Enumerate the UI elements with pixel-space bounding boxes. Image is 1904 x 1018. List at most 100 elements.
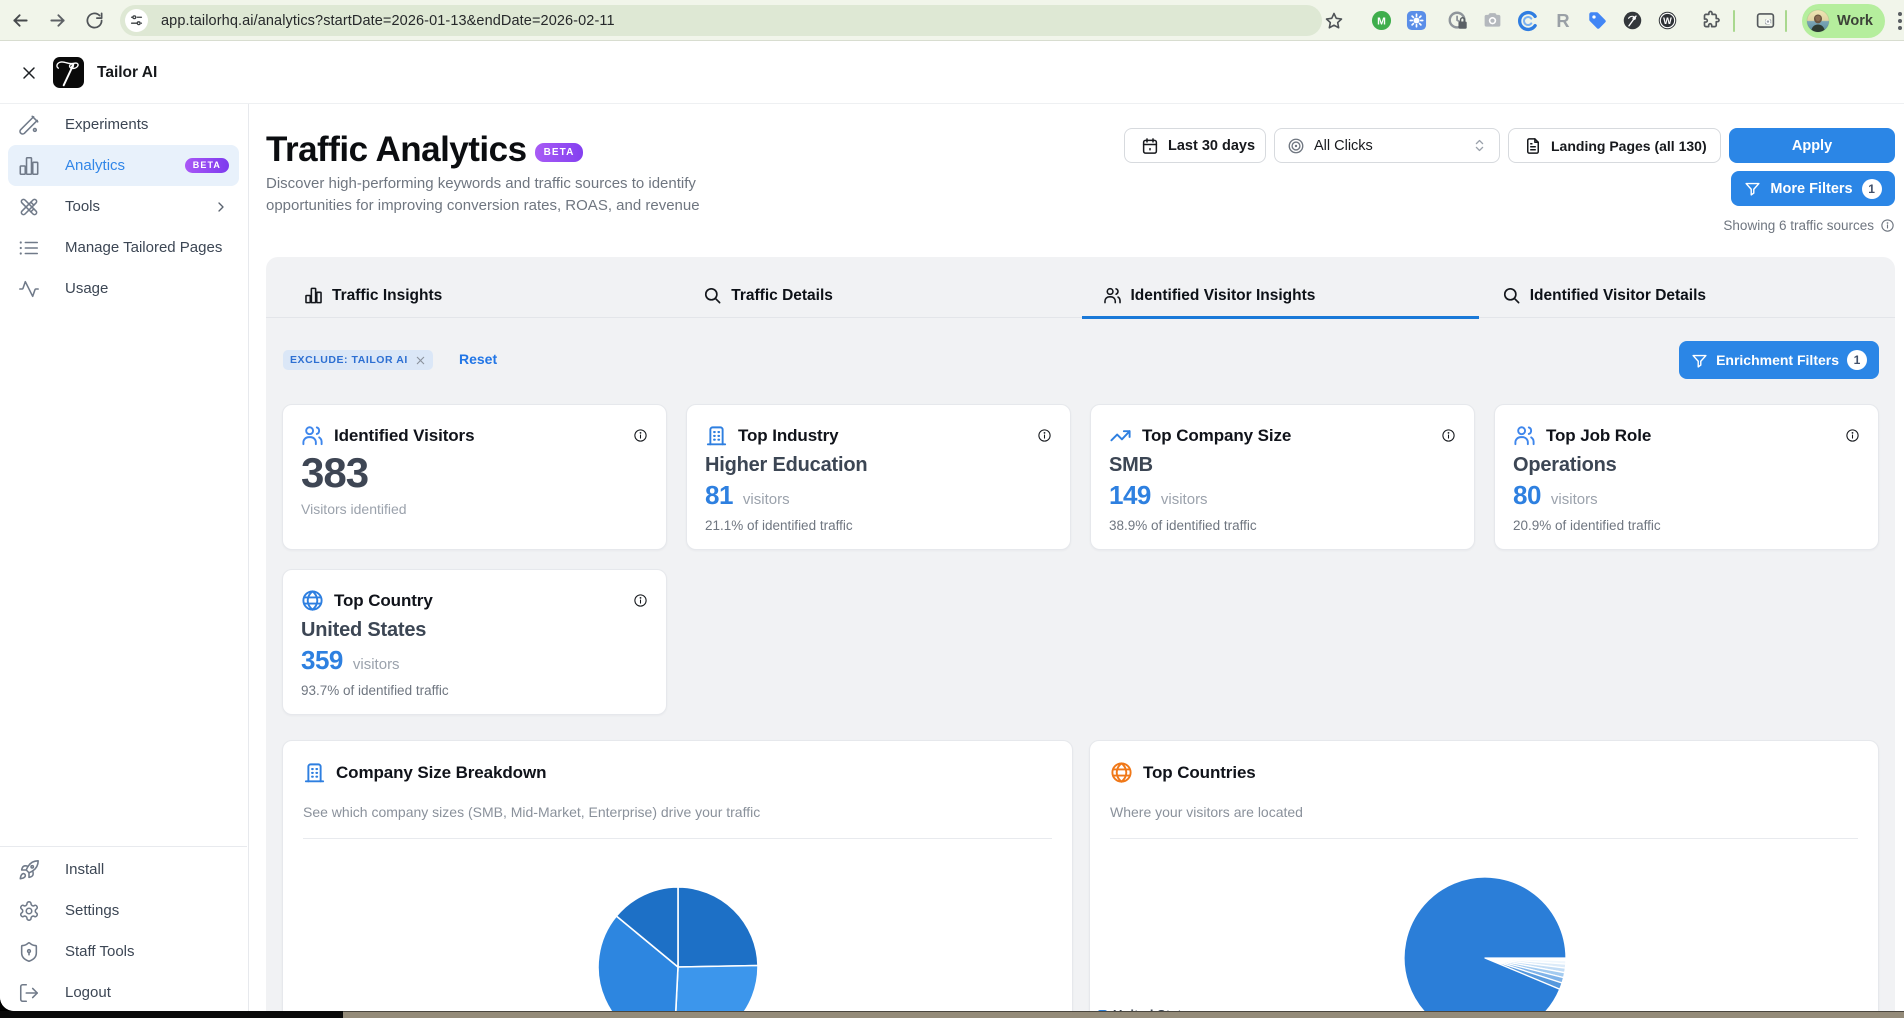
sidebar-item-tools[interactable]: Tools <box>8 186 239 227</box>
sidebar-nav: Experiments Analytics BETA Tools <box>0 104 247 309</box>
exclude-filter-chip[interactable]: EXCLUDE: TAILOR AI <box>283 350 433 370</box>
beta-badge: BETA <box>185 158 229 173</box>
target-icon <box>1287 137 1305 155</box>
app-window: app.tailorhq.ai/analytics?startDate=2026… <box>0 0 1904 1011</box>
sidebar-item-label: Staff Tools <box>65 943 135 960</box>
info-icon[interactable] <box>633 593 648 608</box>
bookmark-star-icon[interactable] <box>1316 4 1351 38</box>
tailor-logo <box>53 57 84 88</box>
chip-close-icon[interactable] <box>415 355 426 366</box>
divider <box>1110 838 1858 839</box>
tab-label: Identified Visitor Details <box>1530 287 1706 305</box>
stat-percent: 21.1% of identified traffic <box>705 518 1052 533</box>
date-range-label: Last 30 days <box>1168 138 1255 154</box>
tab-traffic-details[interactable]: Traffic Details <box>681 257 1080 317</box>
test-tube-icon <box>18 114 40 136</box>
reload-icon[interactable] <box>77 3 111 37</box>
stat-percent: 93.7% of identified traffic <box>301 683 648 698</box>
ext-green-m-icon[interactable]: M <box>1364 4 1399 38</box>
brand-name: Tailor AI <box>97 64 157 82</box>
stat-unit: visitors <box>1551 491 1598 508</box>
sidebar-item-staff-tools[interactable]: Staff Tools <box>8 931 239 972</box>
chart-card-top-countries: Top Countries Where your visitors are lo… <box>1089 740 1879 1011</box>
enrichment-filters-button[interactable]: Enrichment Filters 1 <box>1679 341 1879 379</box>
reset-link[interactable]: Reset <box>459 351 497 367</box>
avatar <box>1806 9 1830 33</box>
page-title: Traffic Analytics <box>266 130 527 170</box>
ext-clock-lock-icon[interactable] <box>1440 4 1475 38</box>
pie-slice-segment-1 <box>678 887 758 967</box>
close-icon[interactable] <box>17 61 41 85</box>
sidebar-item-manage-pages[interactable]: Manage Tailored Pages <box>8 227 239 268</box>
tab-identified-visitor-insights[interactable]: Identified Visitor Insights <box>1081 257 1480 317</box>
enrichment-label: Enrichment Filters <box>1716 352 1839 368</box>
sidebar-item-experiments[interactable]: Experiments <box>8 104 239 145</box>
browser-profile[interactable]: Work <box>1802 4 1885 38</box>
side-panel-icon[interactable] <box>1748 4 1783 38</box>
apply-button[interactable]: Apply <box>1729 128 1895 163</box>
svg-text:W: W <box>1663 16 1672 26</box>
ext-w-icon[interactable]: W <box>1650 4 1685 38</box>
tab-bar: Traffic Insights Traffic Details Identif… <box>266 257 1895 318</box>
ext-blue-c-icon[interactable] <box>1510 4 1545 38</box>
stat-card-top-company-size: Top Company Size SMB 149 visitors 38.9% … <box>1090 404 1475 550</box>
search-icon <box>703 286 722 305</box>
more-filters-count: 1 <box>1862 179 1882 199</box>
chevrons-up-down-icon <box>1472 138 1487 153</box>
ext-camera-icon[interactable] <box>1475 4 1510 38</box>
extensions-puzzle-icon[interactable] <box>1694 4 1729 38</box>
activity-icon <box>18 278 40 300</box>
tab-identified-visitor-details[interactable]: Identified Visitor Details <box>1480 257 1879 317</box>
filter-buttons-row: Last 30 days All Clicks Landing Pages ( <box>1124 128 1895 163</box>
info-icon[interactable] <box>1037 428 1052 443</box>
ext-blue-gear-icon[interactable] <box>1399 4 1434 38</box>
page-title-row: Traffic Analytics BETA <box>266 130 583 170</box>
file-text-icon <box>1524 137 1542 155</box>
sidebar-item-label: Usage <box>65 280 108 297</box>
url-bar[interactable]: app.tailorhq.ai/analytics?startDate=2026… <box>120 5 1322 36</box>
bottom-desktop-strip <box>0 1011 1904 1018</box>
back-icon[interactable] <box>3 3 37 37</box>
browser-menu-icon[interactable] <box>1898 12 1903 30</box>
info-icon[interactable] <box>1441 428 1456 443</box>
ext-tag-icon[interactable] <box>1580 4 1615 38</box>
stat-title: Top Company Size <box>1142 426 1291 446</box>
tab-label: Traffic Details <box>731 287 833 305</box>
date-range-button[interactable]: Last 30 days <box>1124 128 1266 163</box>
info-icon[interactable] <box>1845 428 1860 443</box>
building-icon <box>303 761 326 784</box>
page-beta-badge: BETA <box>535 143 584 162</box>
sidebar-item-logout[interactable]: Logout <box>8 972 239 1011</box>
pie-slice-United States <box>1404 877 1566 1011</box>
ext-tailor-icon[interactable] <box>1615 4 1650 38</box>
svg-text:R: R <box>1556 10 1569 31</box>
sidebar-item-label: Logout <box>65 984 111 1001</box>
ext-grey-r-icon[interactable]: R <box>1545 4 1580 38</box>
site-settings-icon[interactable] <box>125 9 148 32</box>
forward-icon[interactable] <box>40 3 74 37</box>
sidebar-item-settings[interactable]: Settings <box>8 890 239 931</box>
url-text: app.tailorhq.ai/analytics?startDate=2026… <box>161 13 615 29</box>
info-icon[interactable] <box>1880 218 1895 233</box>
sidebar-item-analytics[interactable]: Analytics BETA <box>8 145 239 186</box>
showing-text: Showing 6 traffic sources <box>1723 218 1874 233</box>
sidebar-item-usage[interactable]: Usage <box>8 268 239 309</box>
tab-traffic-insights[interactable]: Traffic Insights <box>282 257 681 317</box>
info-icon[interactable] <box>633 428 648 443</box>
logout-icon <box>18 982 40 1004</box>
svg-text:M: M <box>1377 15 1386 27</box>
pages-filter-button[interactable]: Landing Pages (all 130) <box>1508 128 1721 163</box>
stat-value: 359 <box>301 645 343 676</box>
filter-controls: Last 30 days All Clicks Landing Pages ( <box>1124 128 1895 233</box>
sidebar-item-install[interactable]: Install <box>8 849 239 890</box>
more-filters-button[interactable]: More Filters 1 <box>1731 171 1895 206</box>
globe-icon <box>1110 761 1133 784</box>
menu-dot <box>1898 19 1902 23</box>
enrichment-count: 1 <box>1847 350 1867 370</box>
sidebar-item-label: Install <box>65 861 104 878</box>
filter-chips-row: EXCLUDE: TAILOR AI Reset Enrichment Filt… <box>266 318 1895 404</box>
chart-subtitle: Where your visitors are located <box>1110 804 1858 820</box>
stat-value: 80 <box>1513 480 1541 511</box>
chip-label: EXCLUDE: TAILOR AI <box>290 354 408 366</box>
click-filter-select[interactable]: All Clicks <box>1274 128 1500 163</box>
